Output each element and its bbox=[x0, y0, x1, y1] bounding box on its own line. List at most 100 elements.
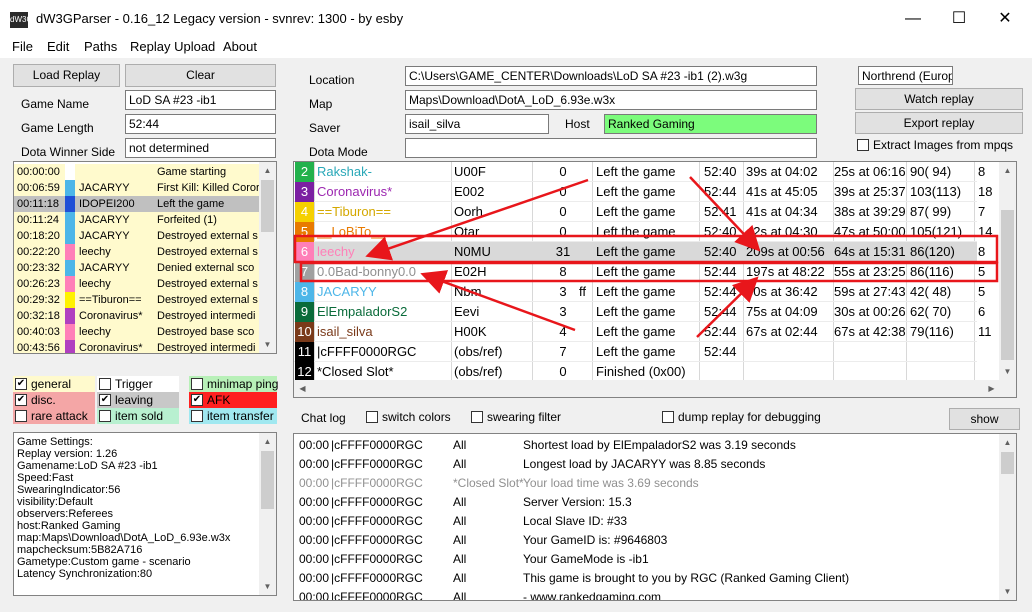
menu-replay-upload[interactable]: Replay Upload bbox=[130, 39, 215, 54]
menu-file[interactable]: File bbox=[12, 39, 33, 54]
scroll-down-icon[interactable]: ▼ bbox=[259, 336, 276, 353]
extract-images-checkbox[interactable]: Extract Images from mpqs bbox=[855, 137, 1013, 153]
menu-paths[interactable]: Paths bbox=[84, 39, 117, 54]
map-field[interactable]: Maps\Download\DotA_LoD_6.93e.w3x bbox=[405, 90, 817, 110]
players-table[interactable]: 2 Rakshak- U00F 0 Left the game 52:40 39s at 0… bbox=[293, 161, 1017, 398]
maximize-button[interactable]: ☐ bbox=[936, 0, 982, 38]
event-row[interactable]: 00:22:20 leechy Destroyed external s bbox=[14, 244, 266, 260]
player-row[interactable]: 5 __LoBiTo__ Otar 0 Left the game 52:40 42s at… bbox=[294, 222, 1009, 242]
scroll-thumb[interactable] bbox=[261, 180, 274, 232]
scroll-up-icon[interactable]: ▲ bbox=[999, 162, 1016, 179]
checkbox-box[interactable] bbox=[99, 378, 111, 390]
scroll-right-icon[interactable]: ▶ bbox=[983, 380, 1000, 397]
filter-general-checkbox[interactable]: ✔ general bbox=[13, 376, 95, 392]
players-hscrollbar[interactable]: ◀ ▶ bbox=[294, 380, 1016, 397]
event-row[interactable]: 00:18:20 JACARYY Destroyed external s bbox=[14, 228, 266, 244]
swearing-filter-checkbox[interactable]: swearing filter bbox=[469, 409, 561, 425]
menu-edit[interactable]: Edit bbox=[47, 39, 69, 54]
game-name-field[interactable]: LoD SA #23 -ib1 bbox=[125, 90, 276, 110]
event-row[interactable]: 00:06:59 JACARYY First Kill: Killed Coror bbox=[14, 180, 266, 196]
scroll-up-icon[interactable]: ▲ bbox=[259, 433, 276, 450]
show-actions-button[interactable]: show actions bbox=[949, 408, 1020, 446]
event-row[interactable]: 00:11:18 IDOPEI200 Left the game bbox=[14, 196, 266, 212]
event-row[interactable]: 00:40:03 leechy Destroyed base sco bbox=[14, 324, 266, 340]
player-row[interactable]: 11 |cFFFF0000RGC (obs/ref) 7 Left the game 52… bbox=[294, 342, 977, 362]
chat-row[interactable]: 00:00 |cFFFF0000RGC All Your GameMode is -i… bbox=[294, 550, 994, 569]
player-row[interactable]: 9 ElEmpaladorS2 Eevi 3 Left the game 52:44 75s… bbox=[294, 302, 1009, 322]
host-field[interactable]: Ranked Gaming bbox=[604, 114, 817, 134]
region-field[interactable]: Northrend (Europe) bbox=[858, 66, 953, 85]
filter-disc--checkbox[interactable]: ✔ disc. bbox=[13, 392, 95, 408]
event-player: JACARYY bbox=[79, 214, 130, 226]
export-replay-button[interactable]: Export replay bbox=[855, 112, 1023, 134]
clear-button[interactable]: Clear bbox=[125, 64, 276, 87]
player-row[interactable]: 12 *Closed Slot* (obs/ref) 0 Finished (0x00) bbox=[294, 362, 977, 382]
filter-afk-checkbox[interactable]: ✔ AFK bbox=[189, 392, 277, 408]
scroll-down-icon[interactable]: ▼ bbox=[259, 578, 276, 595]
chat-row[interactable]: 00:00 |cFFFF0000RGC All Shortest load by El… bbox=[294, 436, 994, 455]
dota-mode-field[interactable] bbox=[405, 138, 817, 158]
menu-about[interactable]: About bbox=[223, 39, 257, 54]
checkbox-box[interactable]: ✔ bbox=[99, 394, 111, 406]
chat-row[interactable]: 00:00 |cFFFF0000RGC All Local Slave ID: #33 bbox=[294, 512, 994, 531]
player-row[interactable]: 8 JACARYY Nbm 3 ff Left the game 52:44 60s at 3… bbox=[294, 282, 1009, 302]
switch-colors-checkbox[interactable]: switch colors bbox=[364, 409, 451, 425]
filter-item-transfer-checkbox[interactable]: item transfer bbox=[189, 408, 277, 424]
chat-row[interactable]: 00:00 |cFFFF0000RGC All Your GameID is: #96… bbox=[294, 531, 994, 550]
player-row[interactable]: 4 ==Tiburon== Oorh 0 Left the game 52:41 41s a… bbox=[294, 202, 1009, 222]
checkbox-box[interactable] bbox=[191, 410, 203, 422]
events-list[interactable]: 00:00:00 Game starting 00:06:59 JACARYY Firs… bbox=[13, 161, 277, 354]
filter-leaving-checkbox[interactable]: ✔ leaving bbox=[97, 392, 179, 408]
scroll-left-icon[interactable]: ◀ bbox=[294, 380, 311, 397]
scroll-up-icon[interactable]: ▲ bbox=[259, 162, 276, 179]
settings-scrollbar[interactable]: ▲ ▼ bbox=[259, 433, 276, 595]
chat-row[interactable]: 00:00 |cFFFF0000RGC All Server Version: 15.… bbox=[294, 493, 994, 512]
chat-log-panel[interactable]: 00:00 |cFFFF0000RGC All Shortest load by El… bbox=[293, 433, 1017, 601]
minimize-button[interactable]: — bbox=[890, 0, 936, 38]
location-field[interactable]: C:\Users\GAME_CENTER\Downloads\LoD SA #2… bbox=[405, 66, 817, 86]
event-row[interactable]: 00:23:32 JACARYY Denied external sco bbox=[14, 260, 266, 276]
game-length-field[interactable]: 52:44 bbox=[125, 114, 276, 134]
watch-replay-button[interactable]: Watch replay bbox=[855, 88, 1023, 110]
scroll-thumb[interactable] bbox=[261, 451, 274, 509]
checkbox-box[interactable]: ✔ bbox=[15, 378, 27, 390]
players-scrollbar[interactable]: ▲ ▼ bbox=[999, 162, 1016, 380]
events-scrollbar[interactable]: ▲ ▼ bbox=[259, 162, 276, 353]
event-row[interactable]: 00:43:56 Coronavirus* Destroyed intermedi bbox=[14, 340, 266, 353]
player-row[interactable]: 10 isail_silva H00K 4 Left the game 52:44 67s … bbox=[294, 322, 1009, 342]
event-row[interactable]: 00:32:18 Coronavirus* Destroyed intermedi bbox=[14, 308, 266, 324]
close-button[interactable]: ✕ bbox=[982, 0, 1028, 38]
filter-trigger-checkbox[interactable]: Trigger bbox=[97, 376, 179, 392]
scroll-thumb[interactable] bbox=[1001, 210, 1014, 360]
chat-row[interactable]: 00:00 |cFFFF0000RGC All - www.rankedgaming.… bbox=[294, 588, 994, 600]
player-row[interactable]: 7 0.0Bad-bonny0.0 E02H 8 Left the game 52:44 1… bbox=[294, 262, 1009, 282]
dump-replay-checkbox[interactable]: dump replay for debugging bbox=[660, 409, 821, 425]
chat-row[interactable]: 00:00 |cFFFF0000RGC All This game is brough… bbox=[294, 569, 994, 588]
load-replay-button[interactable]: Load Replay bbox=[13, 64, 120, 87]
checkbox-box[interactable] bbox=[191, 378, 203, 390]
scroll-thumb[interactable] bbox=[1001, 452, 1014, 474]
checkbox-box[interactable]: ✔ bbox=[15, 394, 27, 406]
scroll-down-icon[interactable]: ▼ bbox=[999, 583, 1016, 600]
player-row[interactable]: 3 Coronavirus* E002 0 Left the game 52:44 41s … bbox=[294, 182, 1009, 202]
winner-field[interactable]: not determined bbox=[125, 138, 276, 158]
chat-row[interactable]: 00:00 |cFFFF0000RGC All Longest load by JAC… bbox=[294, 455, 994, 474]
saver-field[interactable]: isail_silva bbox=[405, 114, 549, 134]
scroll-up-icon[interactable]: ▲ bbox=[999, 434, 1016, 451]
chat-row[interactable]: 00:00 |cFFFF0000RGC *Closed Slot* Your load… bbox=[294, 474, 994, 493]
filter-item-sold-checkbox[interactable]: item sold bbox=[97, 408, 179, 424]
filter-minimap-ping-checkbox[interactable]: minimap ping bbox=[189, 376, 278, 392]
player-row[interactable]: 6 leechy N0MU 31 Left the game 52:40 209s at 0… bbox=[294, 242, 1009, 262]
scroll-down-icon[interactable]: ▼ bbox=[999, 363, 1016, 380]
checkbox-box[interactable] bbox=[99, 410, 111, 422]
game-settings-panel[interactable]: Game Settings: Replay version: 1.26 Gamena… bbox=[13, 432, 277, 596]
chat-scrollbar[interactable]: ▲ ▼ bbox=[999, 434, 1016, 600]
event-row[interactable]: 00:29:32 ==Tiburon== Destroyed external s bbox=[14, 292, 266, 308]
checkbox-box[interactable]: ✔ bbox=[191, 394, 203, 406]
event-row[interactable]: 00:00:00 Game starting bbox=[14, 164, 266, 180]
checkbox-box[interactable] bbox=[15, 410, 27, 422]
event-row[interactable]: 00:11:24 JACARYY Forfeited (1) bbox=[14, 212, 266, 228]
event-row[interactable]: 00:26:23 leechy Destroyed external s bbox=[14, 276, 266, 292]
player-row[interactable]: 2 Rakshak- U00F 0 Left the game 52:40 39s at 0… bbox=[294, 162, 1009, 182]
filter-rare-attack-checkbox[interactable]: rare attack bbox=[13, 408, 95, 424]
